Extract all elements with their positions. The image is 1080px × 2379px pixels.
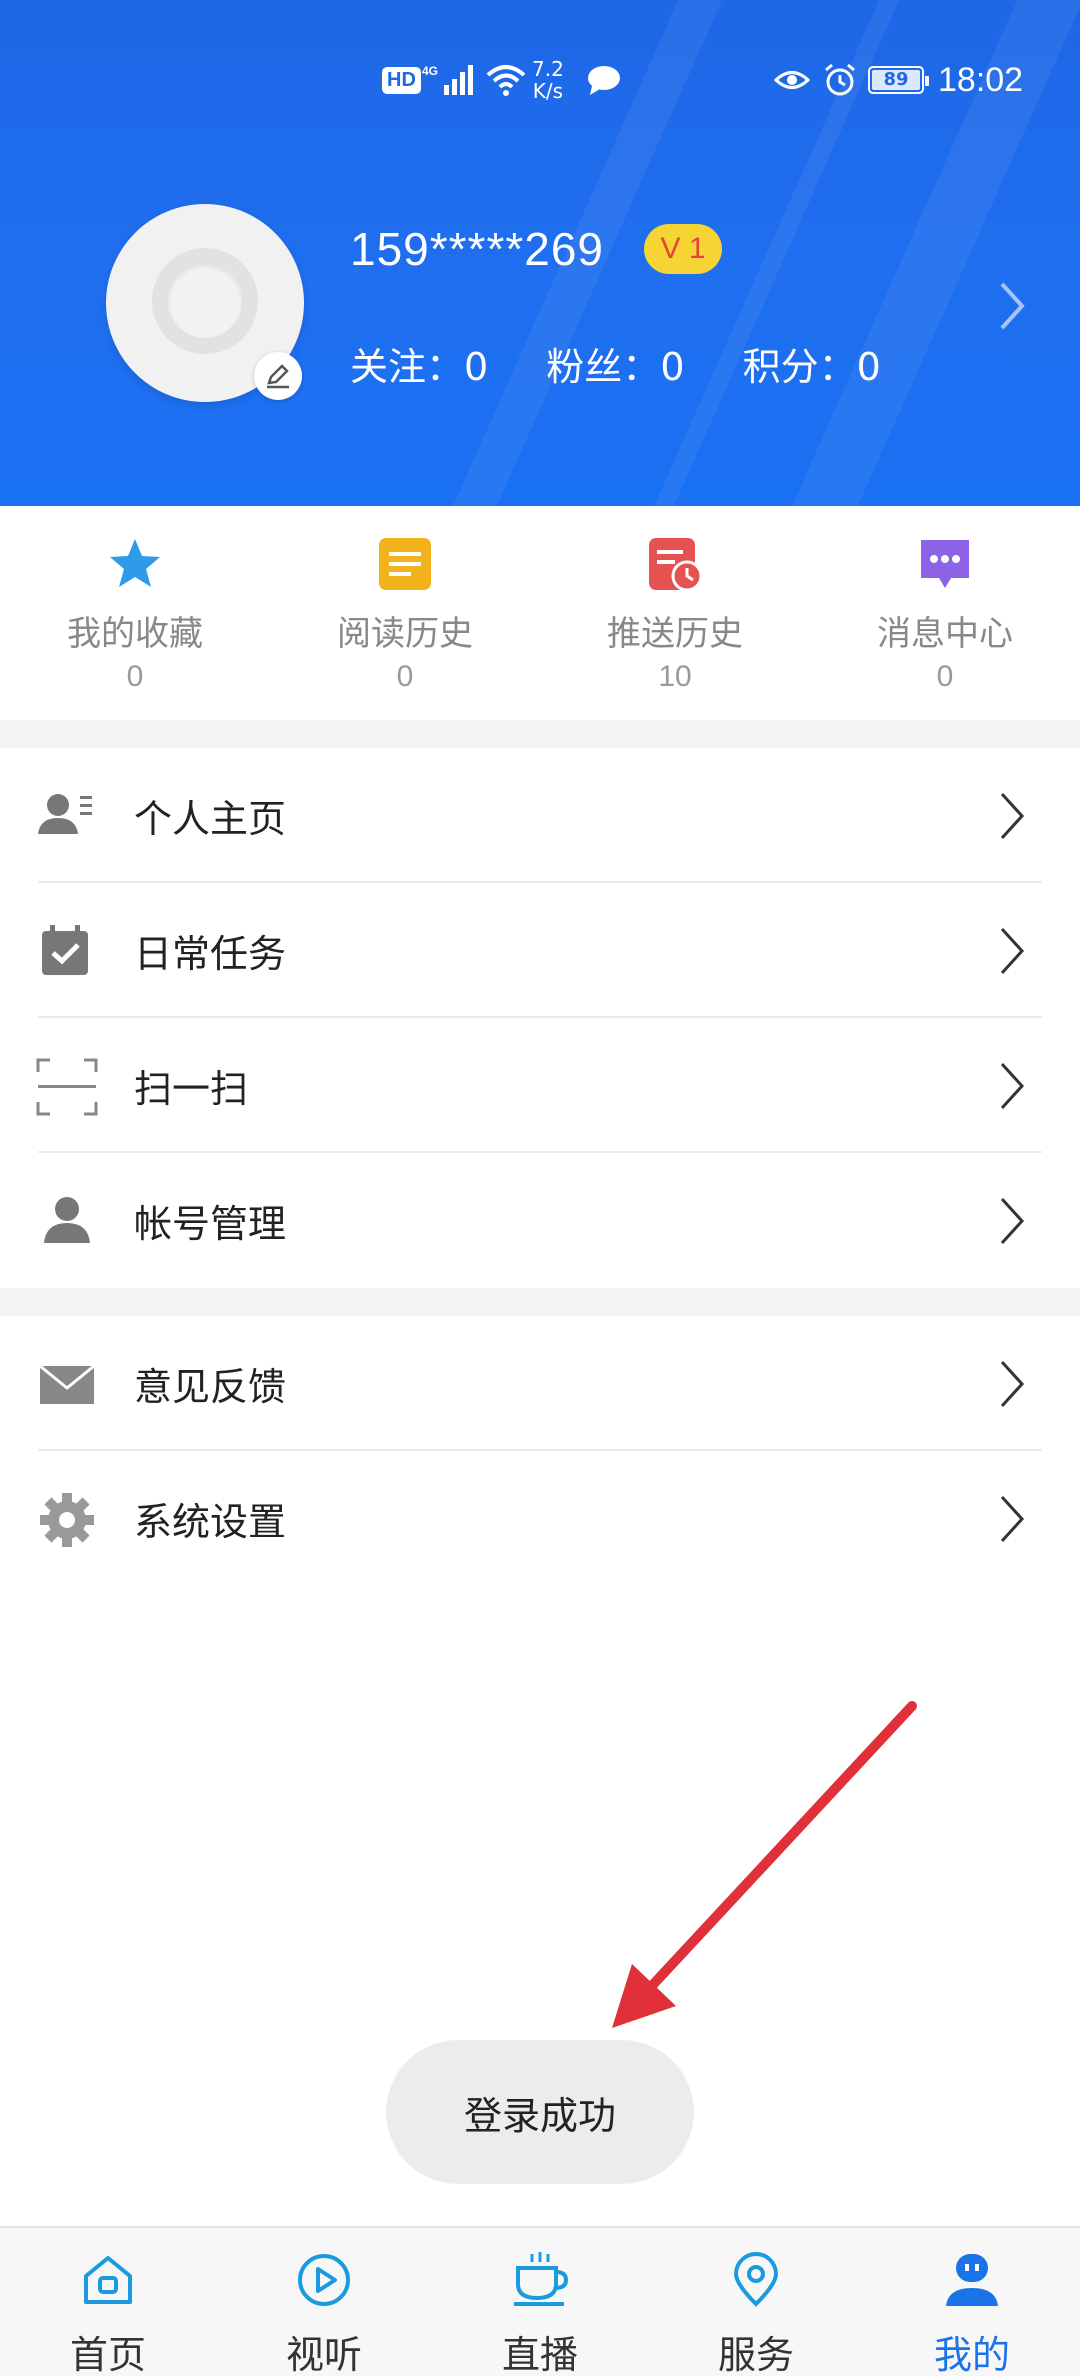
tab-label: 视听 bbox=[285, 2333, 362, 2377]
chevron-right-icon bbox=[1000, 927, 1025, 975]
menu-item-personal-homepage[interactable]: 个人主页 bbox=[0, 748, 1080, 883]
menu-item-system-settings[interactable]: 系统设置 bbox=[0, 1451, 1080, 1586]
calendar-check-icon bbox=[42, 925, 88, 975]
menu-item-daily-tasks[interactable]: 日常任务 bbox=[0, 883, 1080, 1018]
cup-icon bbox=[514, 2252, 569, 2306]
menu-item-feedback[interactable]: 意见反馈 bbox=[0, 1316, 1080, 1451]
quick-item-reading-history[interactable]: 阅读历史 0 bbox=[270, 506, 540, 720]
quick-item-favorites[interactable]: 我的收藏 0 bbox=[0, 506, 270, 720]
profile-stats: 关注：0 粉丝：0 积分：0 bbox=[350, 336, 927, 391]
signal-icon: 4G bbox=[422, 50, 478, 110]
quick-item-label: 我的收藏 bbox=[67, 614, 203, 654]
tab-label: 直播 bbox=[501, 2333, 578, 2377]
hd-indicator: HD bbox=[382, 50, 421, 110]
chevron-right-icon bbox=[1000, 1062, 1025, 1110]
wifi-icon bbox=[486, 50, 526, 110]
tab-label: 首页 bbox=[69, 2333, 146, 2377]
quick-item-label: 阅读历史 bbox=[337, 614, 473, 654]
chevron-right-icon bbox=[1000, 792, 1025, 840]
scan-icon bbox=[36, 1058, 98, 1116]
message-icon bbox=[921, 540, 969, 588]
stat-points[interactable]: 积分：0 bbox=[743, 336, 881, 391]
menu-item-label: 日常任务 bbox=[134, 932, 287, 976]
section-divider bbox=[0, 1288, 1080, 1316]
quick-item-count: 10 bbox=[658, 660, 692, 693]
tab-mine[interactable]: 我的 bbox=[864, 2228, 1080, 2378]
battery-icon: 89 bbox=[868, 50, 929, 110]
level-badge: V 1 bbox=[644, 224, 722, 274]
quick-item-label: 消息中心 bbox=[877, 614, 1013, 654]
tab-services[interactable]: 服务 bbox=[648, 2228, 864, 2378]
edit-avatar-button[interactable] bbox=[254, 352, 302, 400]
gear-icon bbox=[40, 1493, 94, 1547]
toast-message: 登录成功 bbox=[386, 2040, 694, 2184]
chevron-right-icon bbox=[1000, 1360, 1025, 1408]
history-icon bbox=[649, 538, 703, 592]
menu-item-label: 扫一扫 bbox=[134, 1067, 249, 1111]
quick-item-count: 0 bbox=[936, 660, 954, 693]
location-pin-icon bbox=[733, 2252, 779, 2307]
menu-item-label: 帐号管理 bbox=[134, 1202, 287, 1246]
bottom-tab-bar: 首页 视听 直播 服务 我的 bbox=[0, 2226, 1080, 2378]
stat-followers[interactable]: 粉丝：0 bbox=[546, 336, 684, 391]
eye-comfort-icon bbox=[774, 50, 810, 110]
tab-live[interactable]: 直播 bbox=[432, 2228, 648, 2378]
quick-item-count: 0 bbox=[126, 660, 144, 693]
pencil-icon bbox=[267, 364, 289, 389]
chevron-right-icon bbox=[1000, 1197, 1025, 1245]
username: 159*****269 bbox=[350, 223, 605, 275]
chevron-right-icon bbox=[1000, 1495, 1025, 1543]
user-icon bbox=[44, 1197, 90, 1243]
section-divider bbox=[0, 720, 1080, 748]
menu-item-scan[interactable]: 扫一扫 bbox=[0, 1018, 1080, 1153]
stat-following[interactable]: 关注：0 bbox=[350, 336, 488, 391]
alarm-icon bbox=[822, 50, 858, 110]
profile-chevron-right-icon[interactable] bbox=[994, 278, 1030, 338]
tab-media[interactable]: 视听 bbox=[216, 2228, 432, 2378]
document-icon bbox=[379, 538, 431, 590]
play-icon bbox=[298, 2254, 350, 2306]
avatar-placeholder-icon bbox=[152, 248, 258, 354]
network-speed: 7.2 K/s bbox=[532, 50, 564, 110]
tab-label: 我的 bbox=[933, 2333, 1010, 2377]
quick-item-label: 推送历史 bbox=[607, 614, 743, 654]
quick-item-message-center[interactable]: 消息中心 0 bbox=[810, 506, 1080, 720]
quick-item-push-history[interactable]: 推送历史 10 bbox=[540, 506, 810, 720]
menu-item-label: 意见反馈 bbox=[134, 1365, 287, 1409]
menu-item-label: 系统设置 bbox=[134, 1500, 287, 1544]
home-icon bbox=[84, 2256, 132, 2304]
stat-value: 0 bbox=[856, 345, 881, 389]
menu-item-label: 个人主页 bbox=[134, 797, 287, 841]
profile-icon bbox=[946, 2254, 998, 2306]
stat-value: 0 bbox=[464, 345, 489, 389]
menu-item-account-management[interactable]: 帐号管理 bbox=[0, 1153, 1080, 1288]
stat-value: 0 bbox=[660, 345, 685, 389]
hd-label: HD bbox=[382, 66, 421, 94]
chat-notification-icon bbox=[586, 50, 622, 110]
network-type-label: 4G bbox=[422, 64, 438, 78]
stat-label: 关注： bbox=[350, 345, 465, 389]
quick-actions: 我的收藏 0 阅读历史 0 推送历史 10 消息中心 0 bbox=[0, 506, 1080, 720]
stat-label: 粉丝： bbox=[546, 345, 661, 389]
stat-label: 积分： bbox=[742, 345, 857, 389]
mail-icon bbox=[39, 1364, 95, 1404]
status-bar: HD 4G 7.2 K/s 89 18:02 bbox=[0, 50, 1080, 110]
battery-level: 89 bbox=[872, 70, 920, 90]
speed-value: 7.2 bbox=[532, 57, 564, 81]
speed-unit: K/s bbox=[532, 79, 564, 103]
profile-card-icon bbox=[38, 794, 92, 834]
clock: 18:02 bbox=[938, 60, 1024, 99]
profile-header: HD 4G 7.2 K/s 89 18:02 159*****269 V 1 关… bbox=[0, 0, 1080, 506]
star-icon bbox=[110, 539, 160, 587]
tab-home[interactable]: 首页 bbox=[0, 2228, 216, 2378]
quick-item-count: 0 bbox=[396, 660, 414, 693]
tab-label: 服务 bbox=[717, 2333, 794, 2377]
